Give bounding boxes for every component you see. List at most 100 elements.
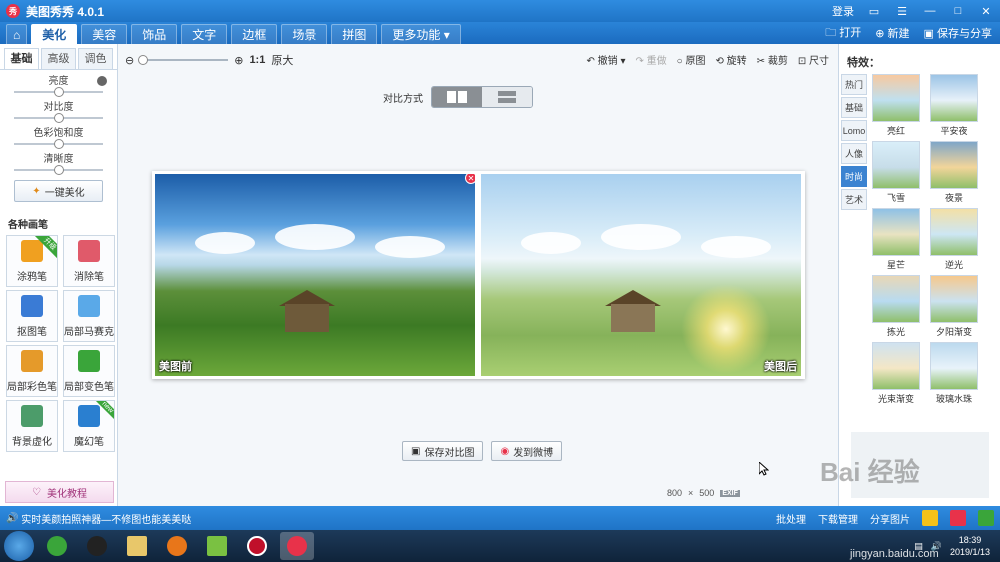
- send-weibo-button[interactable]: ◉ 发到微博: [491, 441, 563, 461]
- message-icon[interactable]: ▭: [866, 5, 882, 18]
- resize-button[interactable]: ⊡ 尺寸: [798, 52, 829, 67]
- zoom-in-icon[interactable]: ⊕: [234, 54, 243, 67]
- brush-item[interactable]: 消除笔: [63, 235, 115, 287]
- effect-label: 星芒: [886, 260, 905, 270]
- compare-side-by-side-button[interactable]: [432, 87, 482, 107]
- slider-track[interactable]: [14, 113, 103, 123]
- slider-knob[interactable]: [53, 165, 64, 175]
- zoom-slider[interactable]: [138, 55, 229, 65]
- brush-item[interactable]: 涂鸦笔 升级: [6, 235, 58, 287]
- brush-item[interactable]: 局部变色笔: [63, 345, 115, 397]
- redo-button[interactable]: ↷ 重做: [635, 52, 666, 67]
- effect-label: 逆光: [944, 260, 963, 270]
- status-tip[interactable]: 实时美颜拍照神器—不修图也能美美哒: [21, 511, 191, 526]
- taskbar-app-explorer[interactable]: [120, 532, 154, 560]
- effect-tab[interactable]: 时尚: [841, 166, 867, 187]
- original-size-button[interactable]: 原大: [271, 52, 293, 68]
- effect-thumbnail: [930, 74, 978, 122]
- effect-item[interactable]: 玻璃水珠: [929, 342, 979, 405]
- effect-item[interactable]: 亮红: [871, 74, 921, 137]
- effect-item[interactable]: 夕阳渐变: [929, 275, 979, 338]
- zoom-out-icon[interactable]: ⊖: [125, 54, 134, 67]
- login-link[interactable]: 登录: [832, 3, 854, 19]
- slider-track[interactable]: [14, 139, 103, 149]
- effect-tab[interactable]: 艺术: [841, 189, 867, 210]
- resize-icon: ⊡: [797, 56, 809, 67]
- effect-label: 夕阳渐变: [935, 327, 972, 337]
- tab-beautify[interactable]: 美化: [31, 24, 78, 44]
- brush-item[interactable]: 局部马赛克: [63, 290, 115, 342]
- effect-item[interactable]: 逆光: [929, 208, 979, 271]
- tab-scene[interactable]: 场景: [281, 24, 328, 44]
- taskbar-app-360[interactable]: [40, 532, 74, 560]
- save-share-button[interactable]: ▣ 保存与分享: [924, 25, 992, 41]
- brush-label: 局部马赛克: [64, 327, 114, 338]
- share-image-button[interactable]: 分享图片: [870, 511, 910, 526]
- one-key-beautify-button[interactable]: ✦ 一键美化: [14, 180, 103, 202]
- rotate-icon: ⟲: [715, 56, 727, 67]
- effect-tab[interactable]: 热门: [841, 74, 867, 95]
- tab-accessories[interactable]: 饰品: [131, 24, 178, 44]
- slider-track[interactable]: [14, 165, 103, 175]
- crop-button[interactable]: ✂ 裁剪: [757, 52, 788, 67]
- close-icon[interactable]: ✕: [978, 5, 994, 18]
- home-tab[interactable]: ⌂: [6, 24, 28, 44]
- tab-text[interactable]: 文字: [181, 24, 228, 44]
- taskbar-app-qq[interactable]: [80, 532, 114, 560]
- compare-stacked-button[interactable]: [482, 87, 532, 107]
- brush-label: 局部变色笔: [64, 382, 114, 393]
- effect-item[interactable]: 飞雪: [871, 141, 921, 204]
- brush-item[interactable]: 抠图笔: [6, 290, 58, 342]
- add-icon[interactable]: [978, 510, 994, 526]
- tab-more[interactable]: 更多功能 ▾: [381, 24, 461, 44]
- subtab-color[interactable]: 调色: [78, 48, 113, 69]
- zoom-ratio[interactable]: 1:1: [249, 54, 265, 66]
- edit-actions: ↶ 撤销 ▾ ↷ 重做 ○ 原图 ⟲ 旋转 ✂ 裁剪 ⊡ 尺寸: [587, 52, 830, 67]
- taskbar-app-media[interactable]: [200, 532, 234, 560]
- effect-item[interactable]: 平安夜: [929, 74, 979, 137]
- tutorial-button[interactable]: ♡ 美化教程: [5, 481, 114, 503]
- effect-thumbnail: [872, 275, 920, 323]
- save-compare-button[interactable]: ▣ 保存对比图: [402, 441, 484, 461]
- taskbar-app-meitu[interactable]: [280, 532, 314, 560]
- open-button[interactable]: 🗀 打开: [825, 24, 861, 43]
- original-button[interactable]: ○ 原图: [677, 52, 706, 67]
- tab-collage[interactable]: 拼图: [331, 24, 378, 44]
- effect-tab[interactable]: 人像: [841, 143, 867, 164]
- minimize-icon[interactable]: —: [922, 5, 938, 17]
- taskbar-app-recorder[interactable]: [240, 532, 274, 560]
- slider-group: 亮度 对比度 色彩饱和度 清晰度: [0, 70, 117, 175]
- clock[interactable]: 18:39 2019/1/13: [950, 534, 990, 558]
- crown-icon[interactable]: [922, 510, 938, 526]
- rotate-button[interactable]: ⟲ 旋转: [715, 52, 746, 67]
- brush-item[interactable]: 局部彩色笔: [6, 345, 58, 397]
- effect-tab[interactable]: 基础: [841, 97, 867, 118]
- batch-button[interactable]: 批处理: [776, 511, 806, 526]
- effect-thumbnail: [930, 275, 978, 323]
- effect-item[interactable]: 光束渐变: [871, 342, 921, 405]
- subtab-basic[interactable]: 基础: [4, 48, 39, 69]
- tab-border[interactable]: 边框: [231, 24, 278, 44]
- brush-item[interactable]: 魔幻笔 new: [63, 400, 115, 452]
- effect-item[interactable]: 夜景: [929, 141, 979, 204]
- new-button[interactable]: ⊕ 新建: [875, 25, 909, 41]
- undo-button[interactable]: ↶ 撤销 ▾: [587, 52, 626, 67]
- maximize-icon[interactable]: □: [950, 5, 966, 17]
- download-manager-button[interactable]: 下载管理: [818, 511, 858, 526]
- exif-badge[interactable]: EXIF: [720, 489, 740, 497]
- close-compare-icon[interactable]: ✕: [465, 174, 475, 184]
- subtab-advanced[interactable]: 高级: [41, 48, 76, 69]
- effect-tab[interactable]: Lomo: [841, 120, 867, 141]
- folder-icon: [127, 536, 147, 556]
- taskbar-app-firefox[interactable]: [160, 532, 194, 560]
- menu-icon[interactable]: ☰: [894, 5, 910, 18]
- brush-item[interactable]: 背景虚化: [6, 400, 58, 452]
- tab-beauty[interactable]: 美容: [81, 24, 128, 44]
- effect-item[interactable]: 星芒: [871, 208, 921, 271]
- weibo-icon[interactable]: [950, 510, 966, 526]
- effect-item[interactable]: 拣光: [871, 275, 921, 338]
- start-button[interactable]: [4, 531, 34, 561]
- slider-track[interactable]: [14, 87, 103, 97]
- zoom-knob[interactable]: [138, 55, 149, 65]
- stacked-icon: [498, 91, 516, 103]
